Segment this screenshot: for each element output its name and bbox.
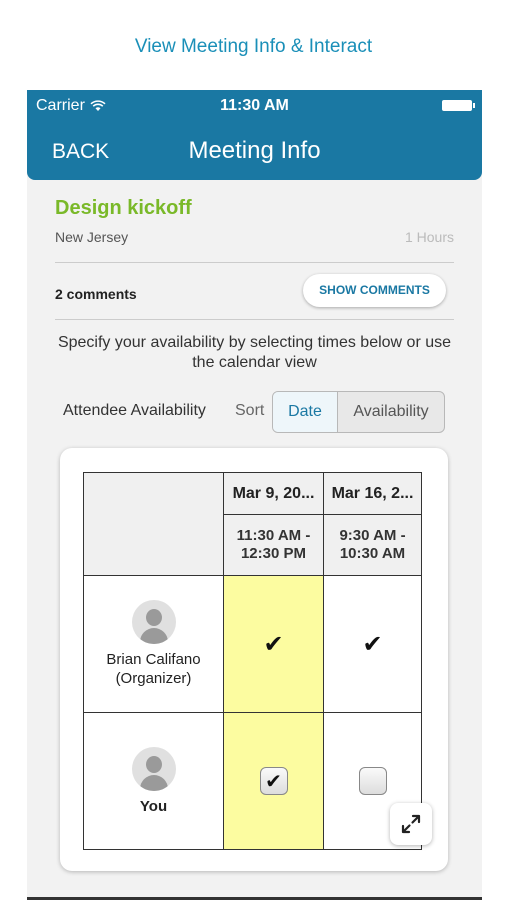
page-title: Meeting Info [188,137,321,164]
availability-checkbox-unchecked[interactable] [358,767,387,795]
meeting-duration: 1 Hours [404,229,454,245]
attendee-availability-label: Attendee Availability [63,402,206,419]
sort-by-date-button[interactable]: Date [273,392,338,432]
column-date: Mar 16, 2... [323,472,422,515]
availability-instructions: Specify your availability by selecting t… [57,334,452,371]
battery-icon [442,100,475,111]
attendee-name: Brian Califano [106,651,201,668]
navigation-bar: Carrier 11:30 AM BACK Meeting Info [27,90,482,180]
screen-caption: View Meeting Info & Interact [134,36,373,57]
phone-screen: Carrier 11:30 AM BACK Meeting Info Desig… [27,90,482,900]
column-date: Mar 9, 20... [223,472,324,515]
avatar [131,600,176,644]
expand-button[interactable] [390,803,432,845]
grid-corner [83,472,224,576]
attendee-cell: Brian Califano (Organizer) [83,575,224,713]
divider [55,319,454,320]
checkmark-icon: ✔ [265,770,282,793]
attendee-cell: You [83,712,224,850]
divider [55,262,454,263]
show-comments-button[interactable]: SHOW COMMENTS [303,274,446,307]
availability-cell: ✔ [323,575,422,713]
column-time: 9:30 AM - 10:30 AM [323,514,422,576]
availability-cell: ✔ [223,712,324,850]
checkmark-icon: ✔ [263,630,284,658]
avatar [131,746,176,791]
column-time: 11:30 AM - 12:30 PM [223,514,324,576]
sort-label: Sort [235,402,265,419]
meeting-location: New Jersey [55,229,129,245]
attendee-role: (Organizer) [115,670,192,687]
availability-grid: Mar 9, 20... Mar 16, 2... 11:30 AM - 12:… [83,472,422,850]
availability-card: Mar 9, 20... Mar 16, 2... 11:30 AM - 12:… [60,448,448,871]
sort-segmented-control: Date Availability [272,391,445,433]
comments-count: 2 comments [55,286,137,302]
attendee-name: You [139,797,168,815]
checkmark-icon: ✔ [362,630,383,658]
status-time: 11:30 AM [220,97,289,114]
sort-by-availability-button[interactable]: Availability [338,392,444,432]
expand-icon [401,814,421,834]
availability-checkbox-checked[interactable]: ✔ [259,767,288,795]
meeting-title: Design kickoff [55,197,192,219]
availability-cell: ✔ [223,575,324,713]
